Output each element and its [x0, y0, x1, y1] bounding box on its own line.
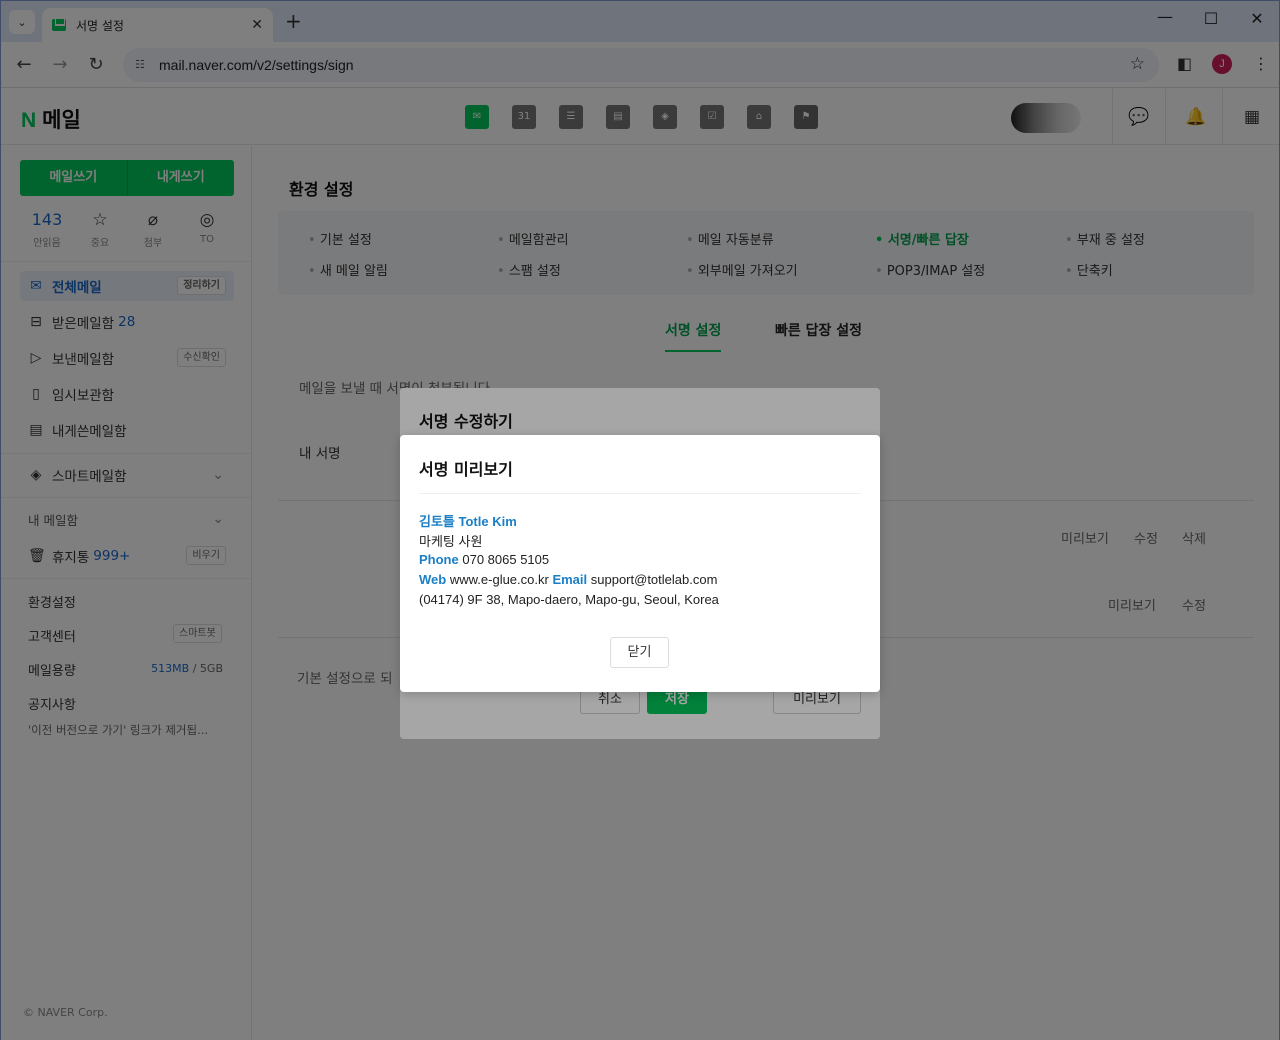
signature-position: 마케팅 사원 [419, 534, 483, 549]
divider [419, 493, 861, 494]
signature-name: 김토틀 Totle Kim [419, 514, 517, 529]
signature-preview-dialog: 서명 미리보기 김토틀 Totle Kim 마케팅 사원 Phone 070 8… [400, 435, 880, 692]
signature-address: (04174) 9F 38, Mapo-daero, Mapo-gu, Seou… [419, 592, 719, 607]
signature-phone: Phone 070 8065 5105 [419, 552, 550, 567]
signature-web-email: Web www.e-glue.co.kr Email support@totle… [419, 572, 718, 587]
close-button[interactable]: 닫기 [610, 637, 669, 668]
dialog-title: 서명 미리보기 [419, 460, 513, 479]
